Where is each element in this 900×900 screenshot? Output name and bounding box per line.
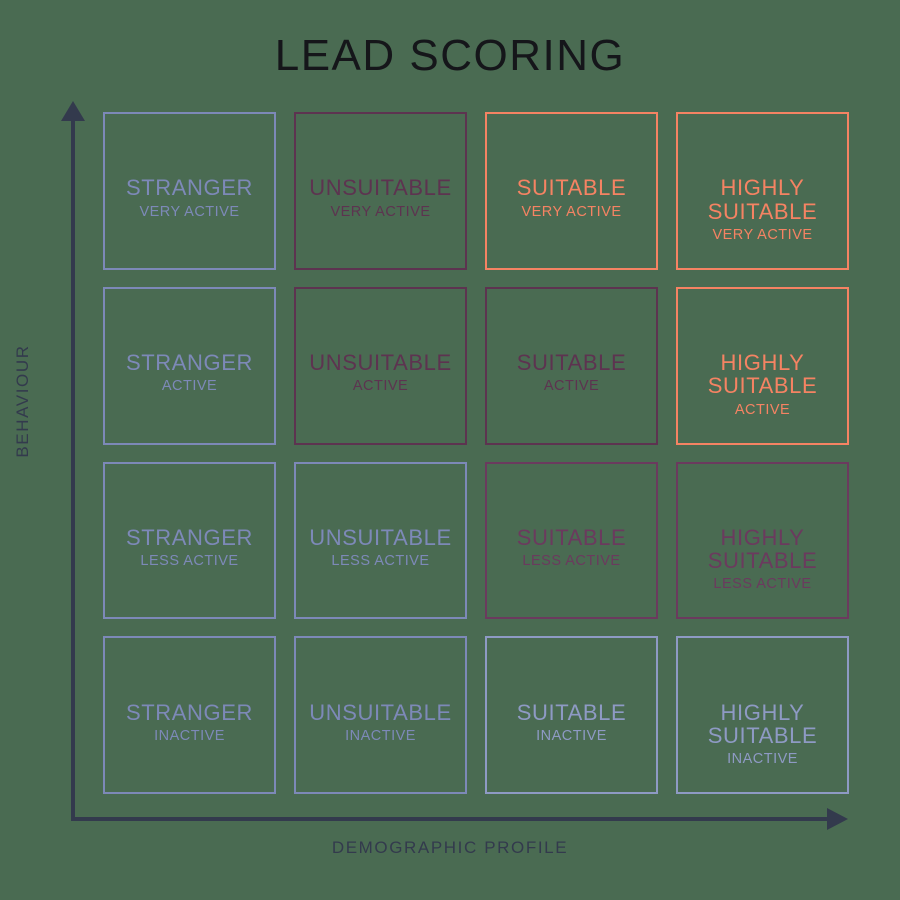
matrix-cell-title: UNSUITABLE xyxy=(309,175,452,201)
matrix-cell[interactable]: SUITABLE INACTIVE xyxy=(485,636,658,794)
matrix-cell-title: UNSUITABLE xyxy=(309,524,452,550)
matrix-cell-subtitle: VERY ACTIVE xyxy=(139,203,240,220)
x-axis-label: DEMOGRAPHIC PROFILE xyxy=(331,838,569,857)
matrix-cell-subtitle: LESS ACTIVE xyxy=(140,553,239,570)
matrix-cell-title: STRANGER xyxy=(125,175,254,201)
matrix-cell[interactable]: UNSUITABLE LESS ACTIVE xyxy=(294,461,467,620)
matrix-cell[interactable]: HIGHLY SUITABLE INACTIVE xyxy=(676,636,849,794)
matrix-cell-subtitle: VERY ACTIVE xyxy=(330,203,431,220)
matrix-cell-subtitle: ACTIVE xyxy=(734,401,791,418)
matrix-cell-subtitle: LESS ACTIVE xyxy=(522,553,621,570)
matrix-cell-subtitle: INACTIVE xyxy=(345,727,416,744)
matrix-cell-title: HIGHLY SUITABLE xyxy=(707,350,818,399)
matrix-cell-title: SUITABLE xyxy=(516,524,627,550)
matrix-cell-title: STRANGER xyxy=(125,699,254,725)
matrix-cell-title: HIGHLY SUITABLE xyxy=(707,699,818,748)
matrix-cell[interactable]: HIGHLY SUITABLE VERY ACTIVE xyxy=(676,112,849,270)
matrix-cell[interactable]: UNSUITABLE ACTIVE xyxy=(294,286,467,445)
lead-scoring-diagram: LEAD SCORING BEHAVIOUR DEMOGRAPHIC PROFI… xyxy=(0,0,900,900)
matrix-cell-subtitle: INACTIVE xyxy=(536,727,607,744)
matrix-cell-subtitle: INACTIVE xyxy=(154,727,225,744)
matrix-cell-subtitle: VERY ACTIVE xyxy=(712,226,813,243)
matrix-cell[interactable]: UNSUITABLE INACTIVE xyxy=(294,636,467,794)
matrix-cell-subtitle: LESS ACTIVE xyxy=(713,576,812,593)
matrix-cell-title: SUITABLE xyxy=(516,699,627,725)
matrix-cell-subtitle: ACTIVE xyxy=(543,378,600,395)
matrix-grid: STRANGER VERY ACTIVE UNSUITABLE VERY ACTIVE… xyxy=(103,112,849,794)
matrix-cell-title: HIGHLY SUITABLE xyxy=(707,175,818,224)
arrow-up-icon xyxy=(61,101,85,121)
matrix-cell[interactable]: SUITABLE ACTIVE xyxy=(485,286,658,445)
matrix-cell[interactable]: STRANGER LESS ACTIVE xyxy=(103,461,276,620)
matrix-cell-title: UNSUITABLE xyxy=(309,350,452,376)
matrix-cell[interactable]: HIGHLY SUITABLE ACTIVE xyxy=(676,286,849,445)
matrix-cell-subtitle: ACTIVE xyxy=(161,378,218,395)
matrix-cell[interactable]: SUITABLE LESS ACTIVE xyxy=(485,461,658,620)
matrix-cell-subtitle: VERY ACTIVE xyxy=(521,203,622,220)
matrix-cell[interactable]: UNSUITABLE VERY ACTIVE xyxy=(294,112,467,270)
matrix-cell-subtitle: ACTIVE xyxy=(352,378,409,395)
matrix-cell[interactable]: STRANGER ACTIVE xyxy=(103,286,276,445)
matrix-cell-title: STRANGER xyxy=(125,350,254,376)
matrix-cell[interactable]: STRANGER INACTIVE xyxy=(103,636,276,794)
y-axis-line xyxy=(71,118,75,821)
arrow-right-icon xyxy=(827,808,848,830)
matrix-cell[interactable]: STRANGER VERY ACTIVE xyxy=(103,112,276,270)
matrix-cell[interactable]: HIGHLY SUITABLE LESS ACTIVE xyxy=(676,461,849,620)
matrix-cell-title: SUITABLE xyxy=(516,175,627,201)
matrix-cell-title: HIGHLY SUITABLE xyxy=(707,524,818,574)
matrix-cell-subtitle: INACTIVE xyxy=(727,751,798,768)
matrix-cell-title: UNSUITABLE xyxy=(309,699,452,725)
page-title: LEAD SCORING xyxy=(274,31,626,80)
y-axis-label: BEHAVIOUR xyxy=(13,344,32,458)
matrix-cell[interactable]: SUITABLE VERY ACTIVE xyxy=(485,112,658,270)
matrix-cell-subtitle: LESS ACTIVE xyxy=(331,553,430,570)
matrix-cell-title: STRANGER xyxy=(125,524,254,550)
matrix-cell-title: SUITABLE xyxy=(516,350,627,376)
x-axis-line xyxy=(71,817,831,821)
